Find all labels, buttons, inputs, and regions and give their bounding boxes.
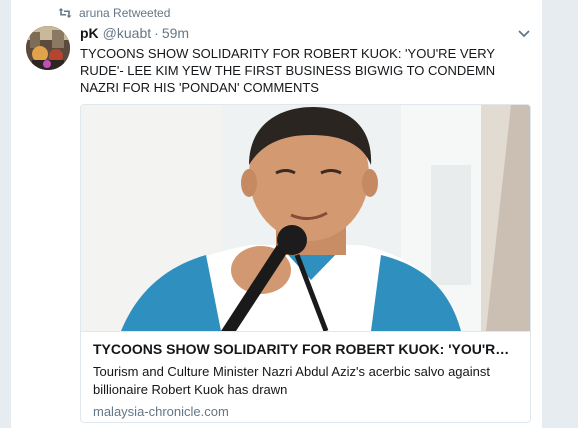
- tweet-timestamp[interactable]: 59m: [162, 25, 189, 41]
- retweet-icon: [58, 8, 72, 18]
- author-handle[interactable]: @kuabt: [103, 25, 151, 41]
- author-name[interactable]: pK: [80, 25, 99, 41]
- card-domain[interactable]: malaysia-chronicle.com: [93, 403, 518, 420]
- retweet-label: aruna Retweeted: [79, 6, 171, 20]
- link-card[interactable]: TYCOONS SHOW SOLIDARITY FOR ROBERT KUOK:…: [80, 104, 531, 423]
- tweet[interactable]: aruna Retweeted pK @kuabt · 59m TYCOONS …: [11, 0, 542, 428]
- card-body[interactable]: TYCOONS SHOW SOLIDARITY FOR ROBERT KUOK:…: [81, 331, 530, 422]
- separator: ·: [154, 25, 159, 41]
- avatar[interactable]: [26, 26, 70, 70]
- tweet-text: TYCOONS SHOW SOLIDARITY FOR ROBERT KUOK:…: [80, 46, 496, 95]
- chevron-down-icon[interactable]: [518, 29, 530, 39]
- card-description: Tourism and Culture Minister Nazri Abdul…: [93, 364, 490, 397]
- avatar-image: [26, 26, 70, 70]
- card-image[interactable]: [81, 105, 530, 331]
- retweet-context[interactable]: aruna Retweeted: [58, 6, 170, 20]
- tweet-header: pK @kuabt · 59m: [80, 25, 189, 43]
- card-title[interactable]: TYCOONS SHOW SOLIDARITY FOR ROBERT KUOK:…: [93, 340, 518, 359]
